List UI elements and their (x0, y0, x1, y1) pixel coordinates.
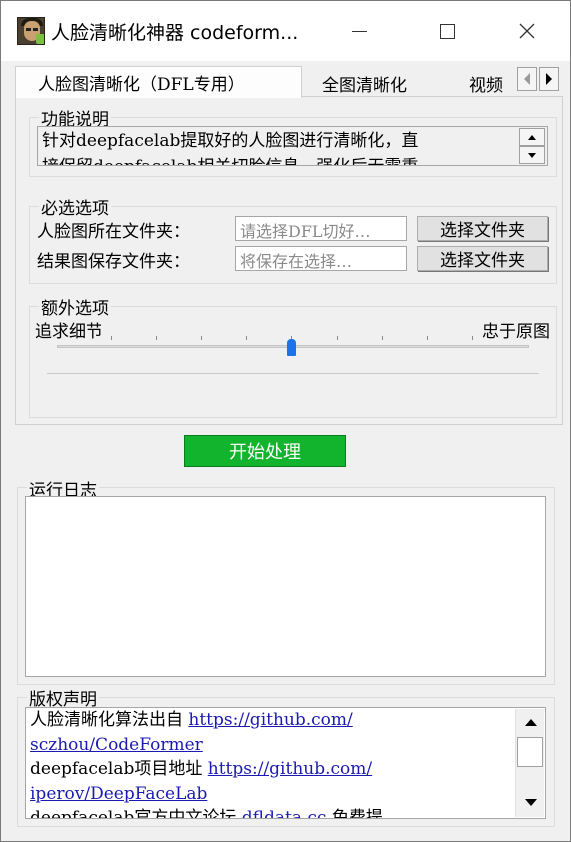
chevron-right-icon (546, 73, 552, 85)
scroll-up-button[interactable] (516, 711, 545, 733)
scroll-thumb[interactable] (517, 737, 543, 767)
slider-tick (382, 336, 383, 340)
maximize-button[interactable] (425, 11, 469, 51)
description-line: 针对deepfacelab提取好的人脸图进行清晰化，直 (42, 131, 419, 151)
description-line: 接保留deepfacelab相关切脸信息，强化后无需重 (42, 154, 517, 165)
tab-scroll-left-button[interactable] (517, 67, 537, 91)
minimize-icon (351, 30, 367, 32)
select-face-folder-button[interactable]: 选择文件夹 (417, 216, 548, 241)
start-processing-button[interactable]: 开始处理 (184, 435, 346, 467)
face-folder-input[interactable]: 请选择DFL切好… (235, 216, 407, 241)
spin-down-icon (528, 152, 536, 158)
forum-link[interactable]: dfldata.cc (242, 808, 327, 818)
slider-tick (201, 336, 202, 340)
select-result-folder-button[interactable]: 选择文件夹 (417, 246, 548, 271)
title-bar[interactable]: 人脸清晰化神器 codeform... (1, 1, 570, 61)
spin-up-icon (528, 134, 536, 140)
separator-line (47, 373, 539, 374)
scroll-down-icon (524, 798, 537, 806)
close-icon (519, 23, 535, 39)
tab-video[interactable]: 视频 (449, 71, 513, 97)
extra-options-group (29, 306, 557, 418)
copyright-text: 人脸清晰化算法出自 (30, 710, 189, 730)
close-button[interactable] (505, 11, 549, 51)
minimize-button[interactable] (337, 11, 381, 51)
copyright-textbox[interactable]: 人脸清晰化算法出自 https://github.com/ sczhou/Cod… (25, 707, 546, 819)
scroll-down-button[interactable] (516, 791, 545, 813)
copyright-text: deepfacelab项目地址 (30, 759, 208, 779)
window-title: 人脸清晰化神器 codeform... (51, 22, 299, 44)
chevron-left-icon (524, 73, 530, 85)
copyright-text: 免费提 (326, 808, 383, 819)
slider-left-label: 追求细节 (35, 322, 101, 342)
description-spin-down-button[interactable] (519, 146, 545, 164)
scroll-up-icon (524, 718, 537, 726)
extra-options-group-label: 额外选项 (39, 294, 111, 319)
slider-tick (156, 336, 157, 340)
required-options-group-label: 必选选项 (39, 194, 111, 219)
slider-tick (246, 336, 247, 340)
description-spin-up-button[interactable] (519, 128, 545, 146)
tab-face-sharpen[interactable]: 人脸图清晰化（DFL专用） (15, 66, 302, 98)
maximize-icon (439, 23, 455, 39)
result-folder-label: 结果图保存文件夹： (37, 252, 190, 272)
slider-right-label: 忠于原图 (483, 322, 550, 342)
tab-scroll-right-button[interactable] (539, 67, 559, 91)
copyright-scrollbar[interactable] (515, 709, 544, 817)
log-textarea[interactable] (25, 496, 546, 677)
result-folder-input[interactable]: 将保存在选择… (235, 246, 407, 271)
codeformer-link-continued[interactable]: sczhou/CodeFormer (30, 735, 203, 755)
tab-full-image-sharpen[interactable]: 全图清晰化 (304, 71, 448, 97)
detail-fidelity-slider-thumb[interactable] (287, 339, 296, 356)
deepfacelab-link-continued[interactable]: iperov/DeepFaceLab (30, 784, 207, 804)
slider-tick (111, 336, 112, 340)
app-window: 人脸清晰化神器 codeform... 人脸图清晰化（DFL专用） 全图清晰化 … (0, 0, 571, 842)
copyright-text: deepfacelab官方中文论坛 (30, 808, 242, 819)
deepfacelab-link[interactable]: https://github.com/ (208, 759, 372, 779)
face-folder-label: 人脸图所在文件夹： (37, 222, 190, 242)
description-textbox[interactable]: 针对deepfacelab提取好的人脸图进行清晰化，直 接保留deepfacel… (37, 126, 548, 166)
slider-tick (427, 336, 428, 340)
face-photo-icon (17, 17, 45, 45)
codeformer-link[interactable]: https://github.com/ (188, 710, 352, 730)
slider-tick (472, 336, 473, 340)
slider-tick (337, 336, 338, 340)
